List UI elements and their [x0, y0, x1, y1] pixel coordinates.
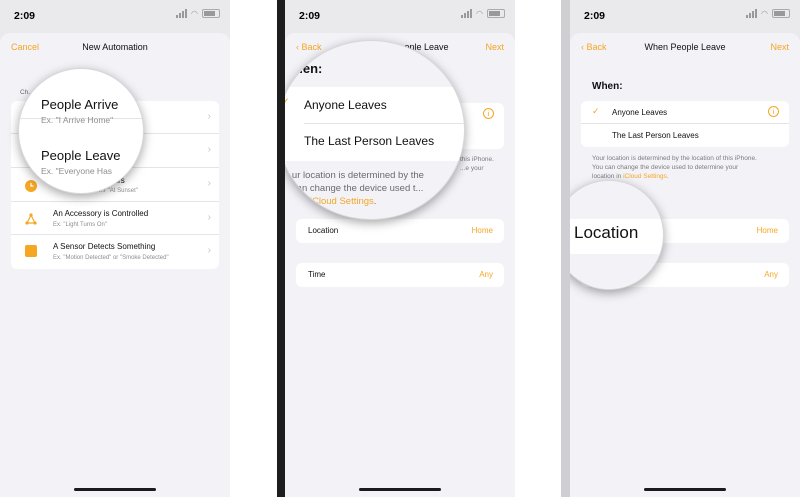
- status-time: 2:09: [584, 10, 606, 22]
- item-subtitle: Ex. "Motion Detected" or "Smoke Detected…: [53, 255, 169, 261]
- status-time: 2:09: [14, 10, 36, 22]
- home-indicator: [74, 488, 156, 491]
- chevron-right-icon: ›: [207, 245, 211, 256]
- home-indicator: [644, 488, 726, 491]
- signal-icon: [461, 9, 473, 18]
- chevron-right-icon: ›: [207, 212, 211, 223]
- info-icon[interactable]: i: [483, 108, 494, 119]
- back-button[interactable]: ‹ Back: [296, 42, 322, 52]
- footnote-fragment: this iPhone. ...e your: [460, 156, 494, 172]
- location-footnote: Your location is determined by the locat…: [592, 155, 757, 180]
- signal-icon: [746, 9, 758, 18]
- nav-title: New Automation: [82, 42, 148, 52]
- screen-edge: [561, 0, 570, 497]
- time-value: Any: [764, 270, 778, 279]
- option-last-person-leaves[interactable]: The Last Person Leaves: [581, 124, 789, 147]
- magnifier-callout: People Arrive Ex. "I Arrive Home" People…: [18, 68, 144, 194]
- screenshot-new-automation: 2:09 ◠ Cancel New Automation Ch... ...to…: [0, 0, 230, 497]
- location-value: Home: [756, 226, 778, 235]
- signal-icon: [176, 9, 188, 18]
- info-icon[interactable]: i: [768, 106, 779, 117]
- magnified-arrive-example: Ex. "I Arrive Home": [41, 115, 114, 125]
- battery-icon: [202, 9, 220, 18]
- status-bar: 2:09 ◠: [0, 0, 230, 30]
- next-button[interactable]: Next: [770, 42, 789, 52]
- next-button[interactable]: Next: [485, 42, 504, 52]
- option-label: The Last Person Leaves: [612, 131, 699, 140]
- list-item-sensor-detects[interactable]: A Sensor Detects Something Ex. "Motion D…: [11, 235, 219, 269]
- magnified-heading: ...en:: [292, 61, 323, 76]
- magnifier-callout: ...en: ✓ Anyone Leaves The Last Person L…: [285, 40, 465, 220]
- option-anyone-leaves[interactable]: ✓ Anyone Leaves i: [581, 101, 789, 124]
- magnified-footnote: ...ur location is determined by the ...c…: [285, 170, 424, 207]
- wifi-icon: ◠: [476, 9, 483, 18]
- magnified-anyone-leaves: Anyone Leaves: [304, 98, 387, 112]
- chevron-right-icon: ›: [207, 111, 211, 122]
- item-title: An Accessory is Controlled: [53, 209, 149, 218]
- checkmark-icon: ✓: [592, 106, 600, 116]
- location-row[interactable]: Location Home: [296, 219, 504, 243]
- battery-icon: [772, 9, 790, 18]
- accessory-icon: [25, 212, 37, 225]
- status-time: 2:09: [299, 10, 321, 22]
- magnified-last-person-leaves: The Last Person Leaves: [304, 134, 435, 148]
- divider: [304, 123, 464, 124]
- list-item-accessory-controlled[interactable]: An Accessory is Controlled Ex. "Light Tu…: [11, 202, 219, 235]
- screenshot-people-leave-zoom: 2:09 ◠ ‹ Back ...ople Leave Next i this …: [285, 0, 515, 497]
- status-bar: 2:09 ◠: [285, 0, 515, 30]
- status-bar: 2:09 ◠: [570, 0, 800, 30]
- back-chevron-icon: ‹: [296, 42, 299, 52]
- magnified-location-label: Location: [574, 223, 639, 242]
- magnified-people-leave: People Leave: [41, 148, 121, 163]
- location-label: Location: [308, 226, 339, 235]
- icloud-settings-link[interactable]: iCloud Settings: [623, 173, 667, 180]
- when-heading: When:: [592, 81, 623, 92]
- nav-bar: Cancel New Automation: [0, 33, 230, 63]
- nav-bar: ‹ Back When People Leave Next: [570, 33, 800, 63]
- time-row[interactable]: Time Any: [296, 263, 504, 287]
- home-indicator: [359, 488, 441, 491]
- chevron-right-icon: ›: [207, 178, 211, 189]
- screen-edge: [277, 0, 285, 497]
- nav-title: When People Leave: [644, 42, 726, 52]
- battery-icon: [487, 9, 505, 18]
- time-label: Time: [308, 270, 326, 279]
- chevron-right-icon: ›: [207, 144, 211, 155]
- item-subtitle: Ex. "Light Turns On": [53, 222, 107, 228]
- magnified-people-arrive: People Arrive: [41, 97, 119, 112]
- screenshot-when-people-leave: 2:09 ◠ ‹ Back When People Leave Next Whe…: [570, 0, 800, 497]
- icloud-settings-link[interactable]: iCloud Settings: [310, 196, 374, 207]
- when-options-card: ✓ Anyone Leaves i The Last Person Leaves: [581, 101, 789, 147]
- checkmark-icon: ✓: [285, 95, 290, 109]
- location-value: Home: [471, 226, 493, 235]
- item-title: A Sensor Detects Something: [53, 242, 156, 251]
- magnified-leave-example: Ex. "Everyone Has: [41, 166, 113, 176]
- clock-icon: [25, 179, 37, 192]
- sensor-icon: [25, 245, 37, 257]
- time-value: Any: [479, 270, 493, 279]
- wifi-icon: ◠: [761, 9, 768, 18]
- option-label: Anyone Leaves: [612, 108, 668, 117]
- magnifier-callout: Location: [570, 180, 664, 290]
- wifi-icon: ◠: [191, 9, 198, 18]
